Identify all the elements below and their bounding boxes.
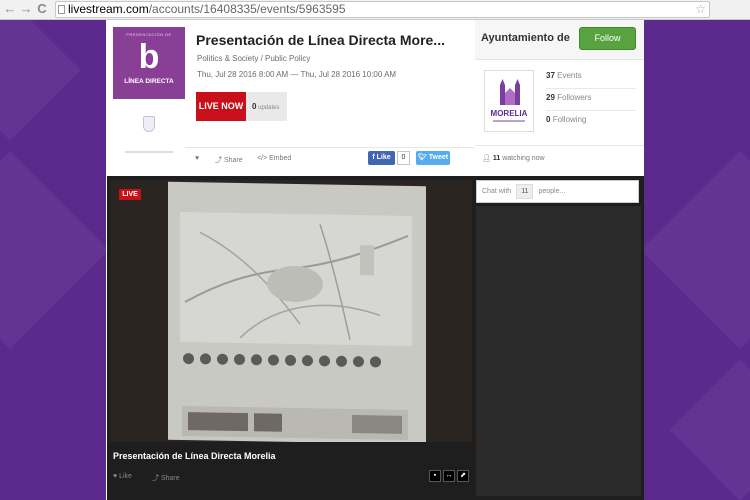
linea-directa-logo: b <box>138 38 160 76</box>
video-share-button[interactable]: ⤴ Share <box>152 473 180 483</box>
popout-icon[interactable]: ⬈ <box>457 470 469 482</box>
map-drawing <box>184 224 409 341</box>
thumbnail-secondary <box>113 104 185 164</box>
event-thumbnail[interactable]: PRESENTACIÓN DE b LÍNEA DIRECTA <box>113 27 185 99</box>
viewer-icon: 👤︎ <box>482 155 493 162</box>
embed-button[interactable]: </> Embed <box>257 155 291 162</box>
share-icon: ⤴ <box>215 157 224 164</box>
events-label: Events <box>557 71 582 80</box>
watching-label: watching now <box>502 155 545 162</box>
bookmark-star-icon[interactable]: ☆ <box>695 2 706 17</box>
url-path: /accounts/16408335/events/5963595 <box>148 2 346 16</box>
thumbnail-caption: PRESENTACIÓN DE <box>126 32 172 37</box>
forward-icon[interactable]: → <box>19 2 33 16</box>
chat-panel[interactable] <box>476 206 641 496</box>
facebook-like-count: 0 <box>397 151 410 165</box>
projected-footer <box>182 405 408 440</box>
projected-icon-row <box>180 348 412 374</box>
map-icon <box>370 356 381 368</box>
video-title: Presentación de Línea Directa Morelia <box>113 451 276 461</box>
heart-icon[interactable]: ♥ <box>195 155 199 162</box>
followers-label: Followers <box>557 93 592 102</box>
map-icon <box>353 355 364 368</box>
watching-now: 👤︎ 11 watching now <box>482 154 545 162</box>
footer-block <box>352 414 402 434</box>
chat-count: 11 <box>516 184 534 199</box>
channel-logo-text: MORELIA <box>490 109 528 118</box>
map-icon <box>302 355 313 367</box>
background-diamond <box>0 0 81 141</box>
events-count: 37 <box>546 71 555 80</box>
updates-counter[interactable]: 0 updates <box>246 92 287 121</box>
live-now-badge: LIVE NOW <box>196 92 246 121</box>
cathedral-icon <box>500 79 520 105</box>
facebook-like-label: Like <box>376 154 391 161</box>
following-stat[interactable]: 0 Following <box>546 112 636 133</box>
following-label: Following <box>552 115 587 124</box>
channel-header: Ayuntamiento de M Follow <box>475 20 644 60</box>
chat-header[interactable]: Chat with 11 people... <box>476 180 639 203</box>
comment-icon[interactable]: ▪ <box>429 470 441 482</box>
projected-map <box>180 211 412 347</box>
events-stat[interactable]: 37 Events <box>546 68 636 89</box>
chat-suffix: people... <box>538 188 566 195</box>
browser-toolbar: ← → C livestream.com/accounts/16408335/e… <box>0 0 750 20</box>
share-label: Share <box>223 157 243 164</box>
map-icon <box>251 354 262 366</box>
embed-icon: </> <box>257 155 270 162</box>
map-icon <box>285 354 296 366</box>
share-icon: ⤴ <box>152 475 161 482</box>
map-icon <box>200 353 211 365</box>
crest-icon <box>143 116 155 132</box>
event-category[interactable]: Politics & Society / Public Policy <box>197 54 310 63</box>
share-button[interactable]: ⤴ Share <box>215 155 243 165</box>
channel-logo-tagline <box>493 120 525 122</box>
reload-icon[interactable]: C <box>35 2 49 16</box>
updates-count: 0 <box>252 102 257 111</box>
url-host: livestream.com <box>68 2 149 16</box>
channel-logo[interactable]: MORELIA <box>484 70 534 132</box>
map-icon <box>217 353 228 365</box>
map-icon <box>268 354 279 366</box>
video-like-label: Like <box>119 473 132 480</box>
video-player[interactable]: LIVE <box>110 180 472 442</box>
video-like-button[interactable]: ♥ Like <box>113 473 132 480</box>
background-diamond <box>641 151 750 349</box>
followers-stat[interactable]: 29 Followers <box>546 90 636 111</box>
embed-label: Embed <box>269 155 292 162</box>
footer-block <box>254 413 282 432</box>
projector-screen <box>168 181 426 442</box>
updates-label: updates <box>258 105 280 111</box>
map-icon <box>234 353 245 366</box>
player-area: LIVE Presentación de Línea Directa Morel… <box>107 176 644 500</box>
back-icon[interactable]: ← <box>3 2 17 16</box>
live-tag: LIVE <box>119 189 141 200</box>
video-share-label: Share <box>160 475 180 482</box>
facebook-like-button[interactable]: f Like <box>368 151 395 165</box>
expand-icon[interactable]: ↔ <box>443 470 455 482</box>
background-diamond <box>669 359 750 500</box>
tweet-label: Tweet <box>428 154 449 161</box>
map-icon <box>336 355 347 367</box>
channel-divider <box>475 145 644 146</box>
channel-name[interactable]: Ayuntamiento de M <box>481 32 573 44</box>
follow-button[interactable]: Follow <box>579 27 636 50</box>
event-title[interactable]: Presentación de Línea Directa More... <box>196 32 466 48</box>
twitter-icon: 🐦︎ <box>417 154 429 161</box>
watching-count: 11 <box>492 155 501 162</box>
map-icon <box>183 353 194 365</box>
followers-count: 29 <box>546 93 555 102</box>
event-date: Thu, Jul 28 2016 8:00 AM — Thu, Jul 28 2… <box>197 70 397 79</box>
address-bar[interactable]: livestream.com/accounts/16408335/events/… <box>55 1 710 18</box>
page-icon <box>58 5 65 14</box>
footer-block <box>188 412 248 432</box>
thumbnail-title: LÍNEA DIRECTA <box>124 78 174 85</box>
thumbnail-divider <box>125 151 173 153</box>
background-diamond <box>0 151 109 349</box>
chat-prefix: Chat with <box>482 188 512 195</box>
map-icon <box>319 355 330 367</box>
tweet-button[interactable]: 🐦︎ Tweet <box>416 151 450 165</box>
following-count: 0 <box>546 115 551 124</box>
